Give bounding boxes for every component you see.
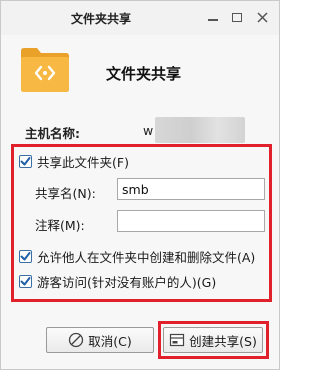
guest-access-checkbox[interactable] (19, 275, 32, 288)
cancel-label: 取消(C) (88, 333, 132, 349)
minimize-icon (208, 19, 218, 21)
close-button[interactable] (251, 7, 273, 27)
dialog-heading: 文件夹共享 (106, 65, 182, 83)
allow-others-option[interactable]: 允许他人在文件夹中创建和删除文件(A) (19, 247, 255, 266)
share-name-input[interactable] (117, 178, 265, 200)
minimize-button[interactable] (202, 7, 224, 27)
share-folder-option[interactable]: 共享此文件夹(F) (19, 152, 129, 171)
shared-folder-icon (21, 48, 69, 92)
hostname-value: w (143, 123, 154, 138)
share-folder-checkbox[interactable] (19, 155, 32, 168)
share-folder-label: 共享此文件夹(F) (37, 155, 129, 170)
title-bar[interactable]: 文件夹共享 (1, 1, 279, 35)
cancel-icon (68, 332, 84, 348)
comment-input[interactable] (117, 210, 265, 232)
checkmark-icon (20, 252, 31, 261)
allow-others-label: 允许他人在文件夹中创建和删除文件(A) (37, 250, 256, 265)
close-icon (256, 11, 268, 23)
hostname-label: 主机名称: (25, 126, 80, 141)
guest-access-option[interactable]: 游客访问(针对没有账户的人)(G) (19, 272, 216, 291)
cancel-button[interactable]: 取消(C) (46, 327, 154, 353)
checkmark-icon (20, 157, 31, 166)
allow-others-checkbox[interactable] (19, 250, 32, 263)
create-share-label: 创建共享(S) (189, 333, 257, 349)
create-share-button[interactable]: 创建共享(S) (163, 327, 263, 353)
folder-share-dialog: 文件夹共享 文件夹共享 主机名称: w 共享此文件夹(F) 共享名(N): 注释… (0, 0, 280, 370)
hostname-redaction (155, 117, 245, 143)
checkmark-icon (20, 277, 31, 286)
window-title: 文件夹共享 (70, 12, 131, 26)
maximize-icon (232, 12, 242, 22)
maximize-button[interactable] (226, 7, 248, 27)
guest-access-label: 游客访问(针对没有账户的人)(G) (37, 275, 217, 290)
share-name-label: 共享名(N): (35, 186, 96, 201)
share-icon (169, 332, 185, 348)
comment-label: 注释(M): (35, 218, 85, 233)
